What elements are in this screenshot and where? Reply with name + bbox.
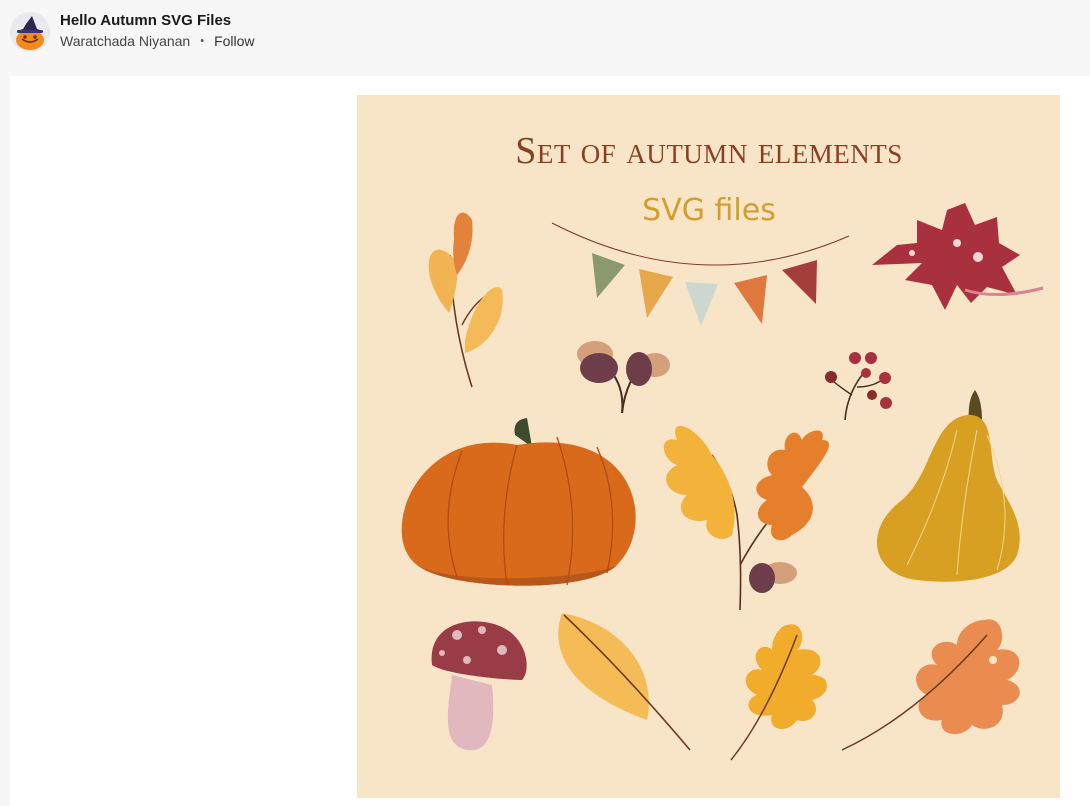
artwork-canvas: Set of autumn elements SVG files xyxy=(357,95,1060,798)
artwork-heading: Set of autumn elements xyxy=(515,130,903,172)
author-avatar[interactable] xyxy=(10,12,50,52)
autumn-elements-artwork[interactable]: Set of autumn elements SVG files xyxy=(357,95,1060,798)
post-header: Hello Autumn SVG Files Waratchada Niyana… xyxy=(0,0,1090,76)
post-title[interactable]: Hello Autumn SVG Files xyxy=(60,12,231,29)
artwork-subheading: SVG files xyxy=(642,193,776,228)
author-name[interactable]: Waratchada Niyanan xyxy=(60,33,190,49)
follow-button[interactable]: Follow xyxy=(214,33,254,49)
pumpkin-avatar-icon xyxy=(10,12,50,52)
meta-separator: • xyxy=(200,35,205,47)
post-meta: Waratchada Niyanan • Follow xyxy=(60,33,255,49)
post-content: Set of autumn elements SVG files xyxy=(10,76,1090,806)
